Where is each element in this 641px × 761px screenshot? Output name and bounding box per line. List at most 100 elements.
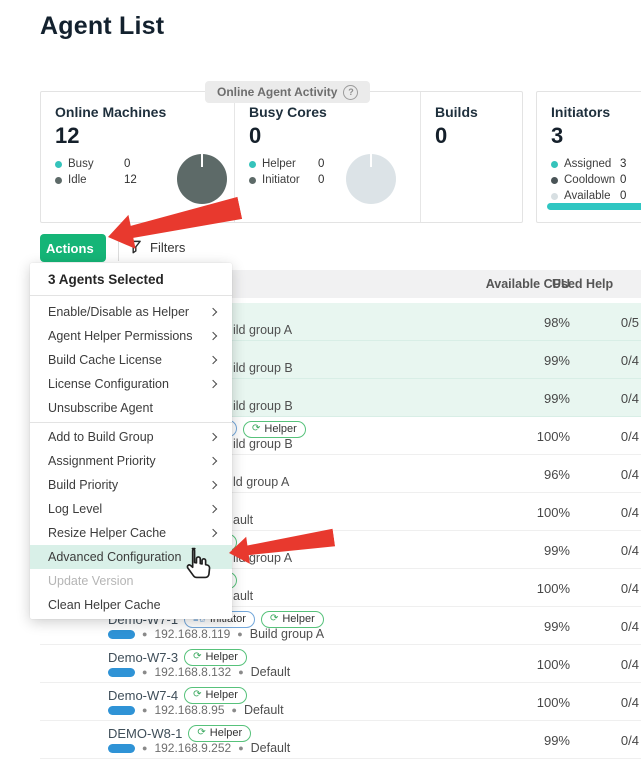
agent-build-group: Default: [251, 665, 291, 679]
agent-row-details: ild group B: [233, 399, 293, 413]
hand-cursor-icon: [178, 546, 214, 584]
legend-dot-icon: [249, 161, 256, 168]
menu-item-log-level[interactable]: Log Level: [30, 497, 232, 521]
agent-name: DEMO-W8-1: [108, 726, 182, 741]
available-cpu-value: 100%: [537, 505, 570, 520]
online-activity-panel: Online Agent Activity Online Machines12B…: [40, 91, 523, 223]
agent-ip: 192.168.9.252: [154, 741, 231, 755]
agent-row-details: ●192.168.8.132●Default: [108, 665, 290, 679]
used-helper-value: 0/4: [621, 467, 639, 482]
menu-item-agent-helper-permissions[interactable]: Agent Helper Permissions: [30, 324, 232, 348]
legend-item-available: Available 0: [551, 190, 641, 202]
agent-list-page: Agent List Online Agent Activity Online …: [0, 0, 641, 761]
legend-dot-icon: [551, 177, 558, 184]
agent-ip: 192.168.8.95: [154, 703, 224, 717]
card-title: Online Machines: [55, 104, 220, 120]
column-header-used-helper[interactable]: Used Help: [552, 277, 613, 291]
submenu-chevron-icon: [209, 433, 217, 441]
agent-row[interactable]: Demo-W7-3 ⟳Helper●192.168.8.132●Default 10…: [40, 645, 641, 683]
legend-label: Available: [564, 190, 614, 202]
menu-item-label: Advanced Configuration: [48, 550, 181, 564]
help-icon[interactable]: [343, 85, 358, 100]
menu-item-label: Update Version: [48, 574, 133, 588]
menu-item-label: Build Priority: [48, 478, 118, 492]
helper-badge: ⟳Helper: [184, 649, 247, 666]
menu-item-assignment-priority[interactable]: Assignment Priority: [30, 449, 232, 473]
card-title: Busy Cores: [249, 104, 406, 120]
agent-progress-bar: [108, 744, 135, 753]
legend-label: Busy: [68, 158, 118, 170]
menu-item-label: Enable/Disable as Helper: [48, 305, 189, 319]
page-title: Agent List: [40, 12, 164, 41]
submenu-chevron-icon: [209, 308, 217, 316]
agent-row[interactable]: DEMO-W8-1⟳Helper●192.168.9.252●Default99…: [40, 721, 641, 759]
menu-item-build-cache-license[interactable]: Build Cache License: [30, 348, 232, 372]
used-helper-value: 0/4: [621, 657, 639, 672]
menu-item-license-configuration[interactable]: License Configuration: [30, 372, 232, 396]
used-helper-value: 0/5: [621, 315, 639, 330]
agent-row-details: ●192.168.9.252●Default: [108, 741, 290, 755]
submenu-chevron-icon: [209, 332, 217, 340]
legend-dot-icon: [551, 193, 558, 200]
agent-build-group-fragment: ild group B: [233, 437, 293, 451]
agent-build-group-fragment: ault: [233, 589, 253, 603]
badge-label: Helper: [282, 613, 314, 625]
menu-item-resize-helper-cache[interactable]: Resize Helper Cache: [30, 521, 232, 545]
available-cpu-value: 98%: [544, 315, 570, 330]
actions-button[interactable]: Actions: [40, 234, 106, 262]
menu-item-unsubscribe-agent[interactable]: Unsubscribe Agent: [30, 396, 232, 420]
agent-row[interactable]: Demo-W7-4⟳Helper●192.168.8.95●Default100…: [40, 683, 641, 721]
card-title: Builds: [435, 104, 508, 120]
agent-row-line1: Demo-W7-4⟳Helper: [108, 686, 247, 704]
separator-dot: ●: [142, 743, 147, 753]
menu-item-enable-disable-as-helper[interactable]: Enable/Disable as Helper: [30, 300, 232, 324]
legend-dot-icon: [55, 177, 62, 184]
legend-value: 0: [318, 158, 324, 170]
legend-value: 3: [620, 158, 626, 170]
available-cpu-value: 100%: [537, 429, 570, 444]
helper-badge-icon: ⟳: [193, 652, 201, 662]
legend-label: Cooldown: [564, 174, 614, 186]
agent-progress-bar: [108, 630, 135, 639]
helper-badge-icon: ⟳: [197, 728, 205, 738]
agent-name: Demo-W7-3: [108, 650, 178, 665]
menu-item-add-to-build-group[interactable]: Add to Build Group: [30, 425, 232, 449]
legend-value: 0: [318, 174, 324, 186]
agent-build-group-fragment: ld group A: [233, 475, 289, 489]
agent-row-details: ild group B: [233, 361, 293, 375]
available-cpu-value: 100%: [537, 657, 570, 672]
used-helper-value: 0/4: [621, 429, 639, 444]
online-agent-activity-tab[interactable]: Online Agent Activity: [205, 81, 370, 103]
separator-dot: ●: [142, 629, 147, 639]
menu-item-build-priority[interactable]: Build Priority: [30, 473, 232, 497]
menu-item-label: Build Cache License: [48, 353, 162, 367]
initiators-panel: Initiators3Assigned3Cooldown0Available0: [536, 91, 641, 223]
agent-row-details: ld group A: [233, 475, 289, 489]
agent-build-group-fragment: ild group B: [233, 399, 293, 413]
activity-card-initiators: Initiators3Assigned3Cooldown0Available0: [537, 92, 641, 218]
menu-item-label: Assignment Priority: [48, 454, 156, 468]
menu-item-label: Agent Helper Permissions: [48, 329, 193, 343]
online-agent-activity-tab-label: Online Agent Activity: [217, 81, 337, 103]
submenu-chevron-icon: [209, 481, 217, 489]
agent-build-group-fragment: ault: [233, 513, 253, 527]
used-helper-value: 0/4: [621, 505, 639, 520]
menu-item-label: Clean Helper Cache: [48, 598, 161, 612]
menu-item-label: Log Level: [48, 502, 102, 516]
submenu-chevron-icon: [209, 457, 217, 465]
badge-label: Helper: [205, 689, 237, 701]
agent-build-group: Default: [251, 741, 291, 755]
used-helper-value: 0/4: [621, 695, 639, 710]
agent-row-details: ault: [233, 589, 253, 603]
donut-notch: [370, 154, 372, 167]
used-helper-value: 0/4: [621, 581, 639, 596]
agent-name: Demo-W7-4: [108, 688, 178, 703]
actions-button-label: Actions: [46, 241, 94, 256]
donut-notch: [201, 154, 203, 167]
menu-item-clean-helper-cache[interactable]: Clean Helper Cache: [30, 593, 232, 617]
legend-value: 0: [620, 190, 626, 202]
available-cpu-value: 99%: [544, 733, 570, 748]
legend-item-cooldown: Cooldown0: [551, 174, 641, 186]
menu-item-label: Unsubscribe Agent: [48, 401, 153, 415]
agent-ip: 192.168.8.119: [154, 627, 230, 641]
